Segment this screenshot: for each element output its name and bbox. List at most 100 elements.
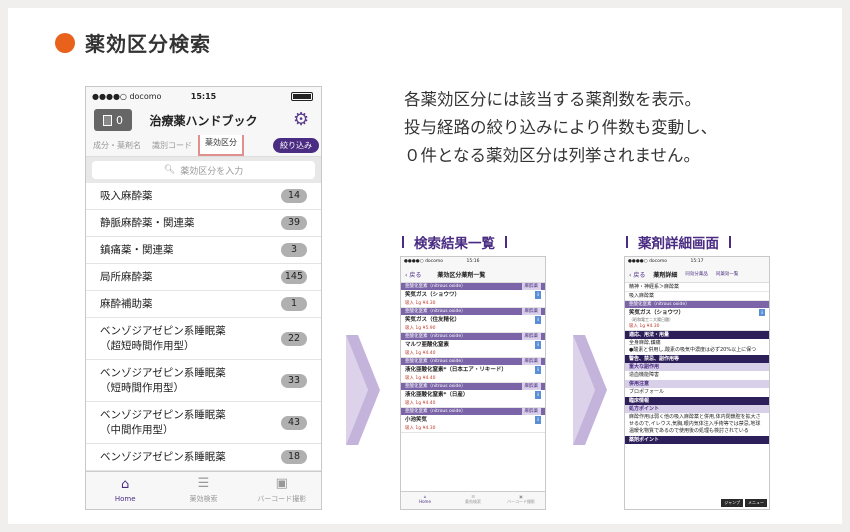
category-row[interactable]: 鎮痛薬・関連薬 3 bbox=[86, 237, 321, 264]
ingredient-bar: 亜酸化窒素（nitrous oxide） 麻酔薬 bbox=[401, 308, 545, 315]
category-row[interactable]: 静脈麻酔薬・関連薬 39 bbox=[86, 210, 321, 237]
description: 各薬効区分には該当する薬剤数を表示。 投与経路の絞り込みにより件数も変動し、 ０… bbox=[404, 86, 717, 170]
tab-barcode-label: バーコード撮影 bbox=[257, 495, 307, 503]
drug-point-heading: 薬剤ポイント bbox=[625, 436, 769, 444]
tab-efficacy-search[interactable]: ☰ 薬効検索 bbox=[449, 492, 497, 509]
status-bar: ●●●●○ docomo 15:17 bbox=[625, 257, 769, 266]
drug-dose: 吸入 1g ¥4.30 bbox=[625, 323, 769, 331]
search-input[interactable]: 🔍︎ 薬効区分を入力 bbox=[92, 161, 315, 179]
category-label: ベンゾジアゼピン系睡眠薬 （超短時間作用型） bbox=[100, 324, 226, 352]
back-button[interactable]: ‹ 戻る bbox=[405, 270, 421, 279]
drug-dose: 吸入 1g ¥4.30 bbox=[401, 300, 545, 308]
tab-home[interactable]: ⌂ Home bbox=[86, 472, 164, 509]
category-row[interactable]: 局所麻酔薬 145 bbox=[86, 264, 321, 291]
tab-barcode[interactable]: ▣ バーコード撮影 bbox=[243, 472, 321, 509]
tab-ingredient[interactable]: 成分・薬剤名 bbox=[88, 137, 146, 155]
section-title: 薬効区分検索 bbox=[85, 32, 211, 56]
category-row[interactable]: 麻酔補助薬 1 bbox=[86, 291, 321, 318]
drug-row[interactable]: 笑気ガス（ショウワ） i bbox=[401, 290, 545, 300]
category-label: ベンゾジアゼピン系睡眠薬 （短時間作用型） bbox=[100, 366, 226, 394]
drug-name: 笑気ガス（ショウワ） i bbox=[625, 308, 769, 317]
detail-header: ‹ 戻る 薬剤詳細 同効分薬品 同薬効一覧 bbox=[625, 266, 769, 283]
camera-icon: ▣ bbox=[275, 476, 288, 491]
section-heading: 薬効区分検索 bbox=[55, 28, 211, 57]
search-tabs: 成分・薬剤名 識別コード 薬効区分 絞り込み bbox=[86, 129, 321, 157]
app-header: 0 治療薬ハンドブック ⚙ bbox=[86, 105, 321, 135]
category-label: ベンゾジアゼピン系睡眠薬 （中間作用型） bbox=[100, 408, 226, 436]
drug-row[interactable]: 小池笑気 i bbox=[401, 415, 545, 425]
status-bar: ●●●●○ docomo 15:16 bbox=[401, 257, 545, 266]
clock: 15:15 bbox=[190, 91, 217, 101]
battery-icon bbox=[291, 92, 313, 101]
ingredient-bar: 亜酸化窒素（nitrous oxide） 麻酔薬 bbox=[401, 408, 545, 415]
drug-dose: 吸入 1g ¥4.40 bbox=[401, 375, 545, 383]
count-badge: 14 bbox=[281, 189, 307, 203]
ingredient-bar: 亜酸化窒素（nitrous oxide） 麻酔薬 bbox=[401, 383, 545, 390]
category-label: 局所麻酔薬 bbox=[100, 270, 153, 283]
main-phone-screen: ●●●●○ docomo 15:15 0 治療薬ハンドブック ⚙ 成分・薬剤名 … bbox=[85, 86, 322, 510]
same-effect-link[interactable]: 同効分薬品 bbox=[685, 271, 708, 277]
bullet-dot-icon bbox=[55, 32, 75, 53]
category-label: 静脈麻酔薬・関連薬 bbox=[100, 216, 195, 229]
drug-dose: 吸入 1g ¥4.40 bbox=[401, 350, 545, 358]
same-category-link[interactable]: 同薬効一覧 bbox=[716, 271, 739, 277]
info-icon: i bbox=[535, 291, 541, 299]
drug-row[interactable]: 液化亜酸化窒素*（日本エア・リキード） i bbox=[401, 365, 545, 375]
category-label: 麻酔補助薬 bbox=[100, 297, 153, 310]
search-area: 🔍︎ 薬効区分を入力 bbox=[86, 157, 321, 183]
category-path[interactable]: 精神・神経系＞麻酔薬 bbox=[625, 283, 769, 292]
count-badge: 22 bbox=[281, 331, 307, 346]
usage-text: 全身麻酔,鎮痛 ●酸素と併用し,酸素の吸気中濃度は必ず20%以上に保つ bbox=[629, 340, 757, 353]
category-row[interactable]: ベンゾジアゼピン系睡眠薬 （中間作用型） 43 bbox=[86, 402, 321, 444]
info-icon: i bbox=[535, 416, 541, 424]
search-placeholder: 薬効区分を入力 bbox=[180, 166, 244, 177]
results-label: 検索結果一覧 bbox=[402, 232, 507, 252]
category-row[interactable]: ベンゾジアゼピン系睡眠薬 （超短時間作用型） 22 bbox=[86, 318, 321, 360]
category-row[interactable]: ベンゾジアゼピン系睡眠薬 （短時間作用型） 33 bbox=[86, 360, 321, 402]
filter-button[interactable]: 絞り込み bbox=[273, 138, 319, 153]
count-badge: 145 bbox=[280, 270, 307, 284]
jump-button[interactable]: ジャンプ bbox=[721, 499, 743, 507]
category-list: 吸入麻酔薬 14 静脈麻酔薬・関連薬 39 鎮痛薬・関連薬 3 局所麻酔薬 145 麻酔補助薬 1… bbox=[86, 183, 321, 471]
menu-button[interactable]: メニュー bbox=[745, 499, 767, 507]
count-badge: 39 bbox=[281, 216, 307, 230]
count-badge: 43 bbox=[281, 415, 307, 430]
combination-text: ブロポフォール bbox=[629, 389, 665, 395]
drug-row[interactable]: 笑気ガス（住友精化） i bbox=[401, 315, 545, 325]
count-badge: 33 bbox=[281, 373, 307, 388]
ingredient-bar: 亜酸化窒素（nitrous oxide） bbox=[625, 301, 769, 308]
drug-row[interactable]: 液化亜酸化窒素*（日産） i bbox=[401, 390, 545, 400]
tab-id-code[interactable]: 識別コード bbox=[147, 137, 197, 155]
ingredient-bar: 亜酸化窒素（nitrous oxide） 麻酔薬 bbox=[401, 333, 545, 340]
detail-phone-screen: ●●●●○ docomo 15:17 ‹ 戻る 薬剤詳細 同効分薬品 同薬効一覧… bbox=[624, 256, 770, 510]
search-icon: 🔍︎ bbox=[163, 165, 176, 175]
status-bar: ●●●●○ docomo 15:15 bbox=[86, 87, 321, 105]
history-button[interactable]: 0 bbox=[94, 109, 132, 131]
category-row[interactable]: 吸入麻酔薬 14 bbox=[86, 183, 321, 210]
tab-barcode[interactable]: ▣ バーコード撮影 bbox=[497, 492, 545, 509]
prescription-text: 麻酔作用は弱く他の吸入麻酔薬と併用,体内閉鎖腔を拡大させるので,イレウス,気胸,… bbox=[629, 414, 761, 434]
drug-dose: 吸入 1g ¥5.90 bbox=[401, 325, 545, 333]
flow-arrow-icon bbox=[573, 335, 607, 445]
tab-home-label: Home bbox=[114, 495, 136, 503]
bottom-tab-bar: ⌂ Home ☰ 薬効検索 ▣ バーコード撮影 bbox=[86, 471, 321, 509]
back-button[interactable]: ‹ 戻る bbox=[629, 270, 645, 279]
category-label: 吸入麻酔薬 bbox=[100, 189, 153, 202]
sub-category: 吸入麻酔薬 bbox=[625, 292, 769, 301]
category-row[interactable]: ベンゾジアゼピン系睡眠薬 18 bbox=[86, 444, 321, 471]
results-list: 亜酸化窒素（nitrous oxide） 麻酔薬 笑気ガス（ショウワ） i 吸入 1g … bbox=[401, 283, 545, 433]
gear-icon[interactable]: ⚙ bbox=[293, 111, 311, 129]
usage-heading: 適応、用法・用量 bbox=[625, 331, 769, 339]
results-header: ‹ 戻る 薬効区分薬剤一覧 bbox=[401, 266, 545, 283]
detail-label: 薬剤詳細画面 bbox=[626, 232, 731, 252]
tab-efficacy-search[interactable]: ☰ 薬効検索 bbox=[164, 472, 242, 509]
count-badge: 18 bbox=[281, 450, 307, 464]
tab-home[interactable]: ⌂ Home bbox=[401, 492, 449, 509]
drug-dose: 吸入 1g ¥4.30 bbox=[401, 425, 545, 433]
detail-action-buttons: ジャンプ メニュー bbox=[721, 499, 767, 507]
home-icon: ⌂ bbox=[121, 477, 130, 492]
category-label: 鎮痛薬・関連薬 bbox=[100, 243, 174, 256]
ingredient-bar: 亜酸化窒素（nitrous oxide） 麻酔薬 bbox=[401, 358, 545, 365]
drug-row[interactable]: マルワ亜酸化窒素 i bbox=[401, 340, 545, 350]
flow-arrow-icon bbox=[346, 335, 380, 445]
